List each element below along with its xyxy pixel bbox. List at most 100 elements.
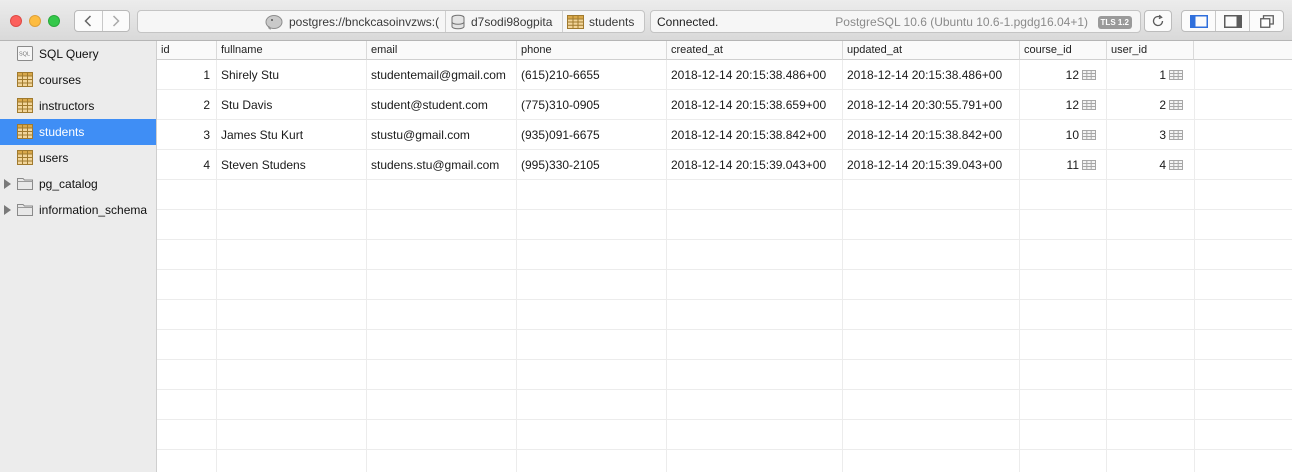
foreign-key-link-icon[interactable]: [1082, 70, 1096, 80]
table-cell-user-id[interactable]: 3: [1111, 120, 1166, 150]
foreign-key-link-icon[interactable]: [1082, 100, 1096, 110]
table-cell-user-id[interactable]: 1: [1111, 60, 1166, 90]
foreign-key-link-icon[interactable]: [1082, 160, 1096, 170]
column-header-phone[interactable]: phone: [517, 41, 667, 60]
table-cell-id[interactable]: 1: [161, 60, 210, 90]
foreign-key-link-icon[interactable]: [1169, 130, 1183, 140]
table-row[interactable]: 3 James Stu Kurt stustu@gmail.com (935)091-…: [157, 120, 1194, 150]
table-cell-user-id[interactable]: 2: [1111, 90, 1166, 120]
column-header-email[interactable]: email: [367, 41, 517, 60]
column-header-id[interactable]: id: [157, 41, 217, 60]
table-cell-email[interactable]: studentemail@gmail.com: [371, 60, 515, 90]
table-icon: [17, 72, 33, 87]
column-header-fullname[interactable]: fullname: [217, 41, 367, 60]
column-header-updated-at[interactable]: updated_at: [843, 41, 1020, 60]
table-cell-created-at[interactable]: 2018-12-14 20:15:38.842+00: [671, 120, 841, 150]
table-cell-fullname[interactable]: Shirely Stu: [221, 60, 365, 90]
breadcrumb-table[interactable]: students: [567, 11, 644, 32]
table-cell-course-id[interactable]: 10: [1024, 120, 1079, 150]
row-separator: [157, 359, 1292, 360]
table-cell-phone[interactable]: (775)310-0905: [521, 90, 665, 120]
table-cell-course-id[interactable]: 12: [1024, 90, 1079, 120]
table-cell-course-id[interactable]: 11: [1024, 150, 1079, 180]
table-cell-fullname[interactable]: Stu Davis: [221, 90, 365, 120]
row-separator: [157, 269, 1292, 270]
breadcrumb-separator: [445, 11, 446, 32]
chevron-right-icon: [112, 15, 120, 27]
table-row[interactable]: 1 Shirely Stu studentemail@gmail.com (615)2…: [157, 60, 1194, 90]
row-separator: [157, 299, 1292, 300]
table-cell-created-at[interactable]: 2018-12-14 20:15:38.486+00: [671, 60, 841, 90]
sidebar-item-users[interactable]: users: [0, 145, 156, 171]
sidebar-item-sql-query[interactable]: SQL SQL Query: [0, 41, 156, 67]
table-cell-email[interactable]: student@student.com: [371, 90, 515, 120]
tls-badge: TLS 1.2: [1097, 16, 1132, 29]
server-version: PostgreSQL 10.6 (Ubuntu 10.6-1.pgdg16.04…: [835, 15, 1088, 29]
table-cell-created-at[interactable]: 2018-12-14 20:15:39.043+00: [671, 150, 841, 180]
sidebar-item-courses[interactable]: courses: [0, 67, 156, 93]
column-header-user-id[interactable]: user_id: [1107, 41, 1194, 60]
table-cell-email[interactable]: stustu@gmail.com: [371, 120, 515, 150]
table-cell-created-at[interactable]: 2018-12-14 20:15:38.659+00: [671, 90, 841, 120]
table-cell-email[interactable]: studens.stu@gmail.com: [371, 150, 515, 180]
svg-text:SQL: SQL: [19, 52, 30, 58]
disclosure-triangle-icon[interactable]: [4, 205, 11, 215]
table-cell-id[interactable]: 3: [161, 120, 210, 150]
table-cell-user-id[interactable]: 4: [1111, 150, 1166, 180]
foreign-key-link-icon[interactable]: [1169, 160, 1183, 170]
sidebar-item-label: courses: [39, 73, 82, 87]
breadcrumb-table-label: students: [589, 14, 635, 29]
foreign-key-link-icon[interactable]: [1169, 100, 1183, 110]
panel-toggle-group: [1181, 10, 1284, 32]
table-cell-fullname[interactable]: James Stu Kurt: [221, 120, 365, 150]
refresh-icon: [1152, 14, 1164, 27]
breadcrumb-server[interactable]: postgres://bnckcasoinvzws:(: [264, 11, 444, 32]
sidebar-item-label: instructors: [39, 99, 95, 113]
table-cell-updated-at[interactable]: 2018-12-14 20:15:39.043+00: [847, 150, 1018, 180]
close-window-button[interactable]: [10, 15, 22, 27]
disclosure-triangle-icon[interactable]: [4, 179, 11, 189]
column-header-filler: [1194, 41, 1292, 60]
toggle-left-sidebar-button[interactable]: [1182, 11, 1215, 31]
row-separator: [157, 209, 1292, 210]
table-cell-phone[interactable]: (615)210-6655: [521, 60, 665, 90]
table-cell-id[interactable]: 2: [161, 90, 210, 120]
folder-icon: [17, 204, 33, 216]
table-icon: [567, 14, 584, 29]
row-separator: [157, 329, 1292, 330]
column-header-course-id[interactable]: course_id: [1020, 41, 1107, 60]
sidebar-item-label: users: [39, 151, 69, 165]
window-toolbar: postgres://bnckcasoinvzws:( d7sodi98ogpi…: [0, 0, 1292, 41]
breadcrumb-database[interactable]: d7sodi98ogpita: [450, 11, 562, 32]
table-row[interactable]: 4 Steven Studens studens.stu@gmail.com (995…: [157, 150, 1194, 180]
sql-query-icon: SQL: [17, 46, 33, 61]
table-cell-updated-at[interactable]: 2018-12-14 20:15:38.842+00: [847, 120, 1018, 150]
column-header-created-at[interactable]: created_at: [667, 41, 843, 60]
table-cell-fullname[interactable]: Steven Studens: [221, 150, 365, 180]
foreign-key-link-icon[interactable]: [1082, 130, 1096, 140]
connection-status: Connected.: [657, 15, 719, 29]
sidebar-item-pg-catalog[interactable]: pg_catalog: [0, 171, 156, 197]
sidebar-item-information-schema[interactable]: information_schema: [0, 197, 156, 223]
sidebar-item-instructors[interactable]: instructors: [0, 93, 156, 119]
table-cell-updated-at[interactable]: 2018-12-14 20:15:38.486+00: [847, 60, 1018, 90]
minimize-window-button[interactable]: [29, 15, 41, 27]
chevron-left-icon: [84, 15, 92, 27]
table-cell-phone[interactable]: (935)091-6675: [521, 120, 665, 150]
table-icon: [17, 150, 33, 165]
table-cell-updated-at[interactable]: 2018-12-14 20:30:55.791+00: [847, 90, 1018, 120]
postgres-elephant-icon: [265, 14, 283, 29]
refresh-button[interactable]: [1144, 10, 1172, 32]
forward-button[interactable]: [101, 11, 130, 31]
foreign-key-link-icon[interactable]: [1169, 70, 1183, 80]
table-cell-phone[interactable]: (995)330-2105: [521, 150, 665, 180]
table-row[interactable]: 2 Stu Davis student@student.com (775)310-09…: [157, 90, 1194, 120]
back-button[interactable]: [75, 11, 102, 31]
table-cell-id[interactable]: 4: [161, 150, 210, 180]
zoom-window-button[interactable]: [48, 15, 60, 27]
windows-button[interactable]: [1249, 11, 1283, 31]
folder-icon: [17, 178, 33, 190]
toggle-right-sidebar-button[interactable]: [1215, 11, 1249, 31]
table-cell-course-id[interactable]: 12: [1024, 60, 1079, 90]
sidebar-item-students[interactable]: students: [0, 119, 156, 145]
